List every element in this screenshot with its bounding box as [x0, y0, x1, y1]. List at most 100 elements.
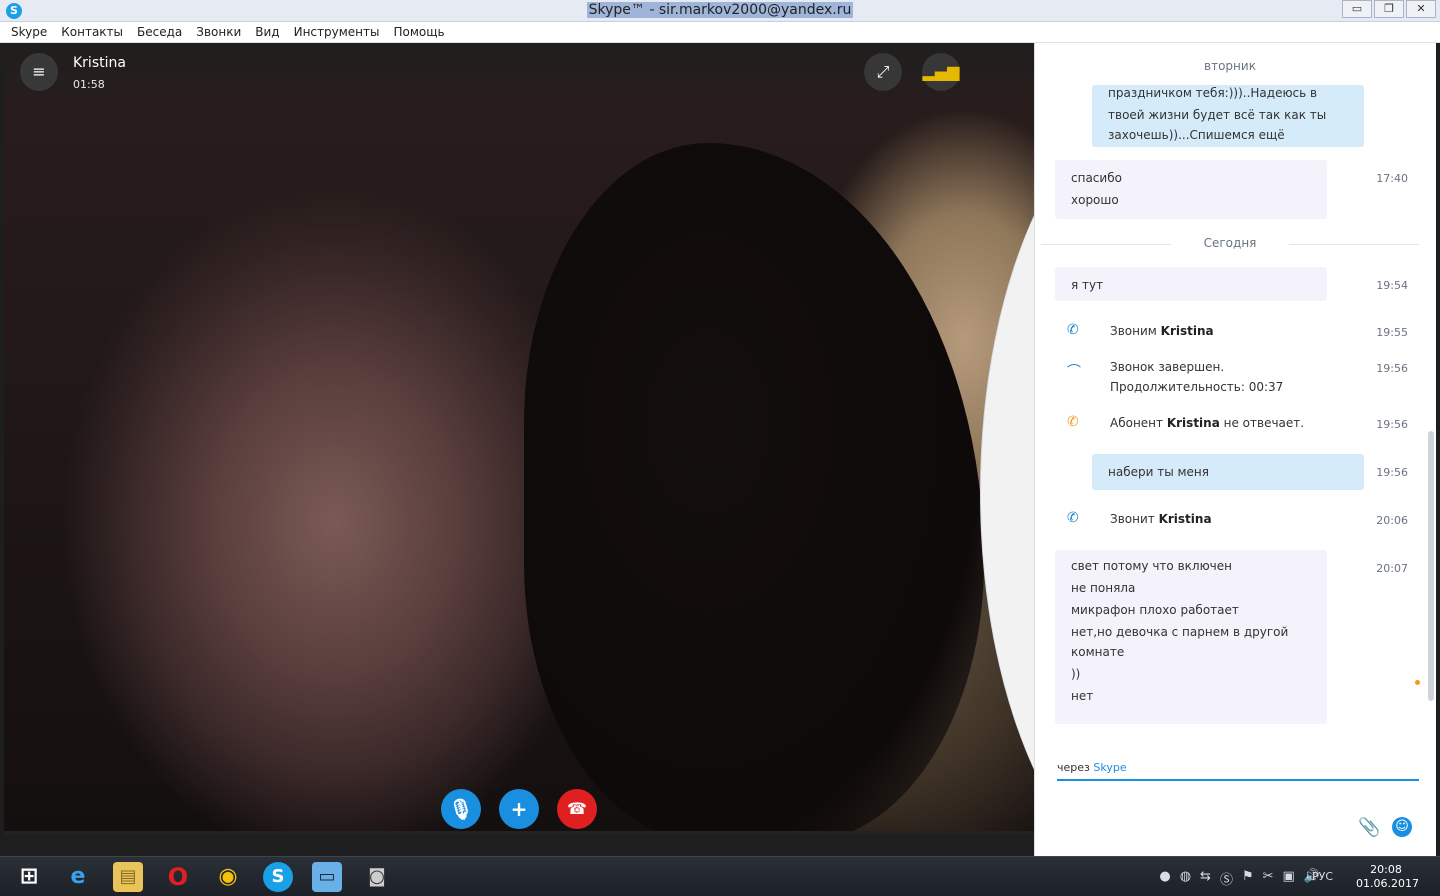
video-bottom-strip: [4, 831, 1034, 835]
message-incoming: я тут: [1055, 267, 1327, 301]
event-text: Звоним: [1110, 324, 1157, 338]
close-button[interactable]: ✕: [1406, 0, 1436, 18]
day-separator-today: Сегодня: [1035, 236, 1425, 250]
message-time: 19:54: [1376, 279, 1408, 292]
event-text: Звонок завершен.: [1110, 360, 1225, 374]
day-separator-tuesday: вторник: [1204, 59, 1256, 73]
system-clock[interactable]: 20:08 01.06.2017: [1356, 863, 1419, 891]
menu-bar: Skype Контакты Беседа Звонки Вид Инструм…: [0, 22, 1440, 43]
restore-button[interactable]: ❐: [1374, 0, 1404, 18]
video-background-shape: [524, 143, 984, 835]
message-time: 19:56: [1376, 466, 1408, 479]
window-title: Skype™ - sir.markov2000@yandex.ru: [586, 2, 854, 18]
message-time: 20:07: [1376, 562, 1408, 575]
chrome-browser-icon[interactable]: ◉: [213, 862, 243, 892]
message-time: 19:56: [1376, 418, 1408, 431]
chat-scrollbar[interactable]: [1428, 431, 1434, 701]
caller-name: Kristina: [73, 55, 126, 71]
windows-start-icon[interactable]: ⊞: [14, 862, 44, 892]
message-incoming: свет потому что включен не поняла микраф…: [1055, 550, 1327, 724]
call-menu-icon[interactable]: ≡: [20, 53, 58, 91]
menu-help[interactable]: Помощь: [393, 25, 444, 39]
attach-file-icon[interactable]: 📎: [1358, 817, 1380, 838]
input-language[interactable]: РУС: [1312, 870, 1333, 883]
call-quality-icon[interactable]: ▂▄▆: [922, 53, 960, 91]
event-text: не отвечает.: [1223, 416, 1305, 430]
message-line: комнате: [1071, 645, 1125, 659]
microphone-button[interactable]: 🎙: [441, 789, 481, 829]
message-line: микрафон плохо работает: [1071, 603, 1239, 617]
message-line: твоей жизни будет всё так как ты: [1108, 108, 1327, 122]
taskbar: ⊞ e ▤ O ◉ S ▭ ◙ ● ◍ ⇆ Ⓢ ⚑ ✂ ▣ 🔊 РУС 20:0…: [0, 856, 1440, 896]
event-text: Абонент: [1110, 416, 1164, 430]
call-ended-icon: ⌒: [1067, 364, 1081, 380]
menu-calls[interactable]: Звонки: [196, 25, 241, 39]
tray-app-icon[interactable]: ●: [1159, 869, 1170, 888]
message-line: захочешь))...Спишемся ещё: [1108, 128, 1285, 142]
window-controls: ▭ ❐ ✕: [1340, 0, 1436, 18]
menu-conversation[interactable]: Беседа: [137, 25, 182, 39]
via-skype-link[interactable]: Skype: [1093, 761, 1126, 774]
event-text: Продолжительность: 00:37: [1110, 380, 1284, 394]
message-line: нет,но девочка с парнем в другой: [1071, 625, 1289, 639]
message-input[interactable]: через Skype: [1057, 761, 1419, 781]
emoticon-icon[interactable]: ☺: [1392, 817, 1412, 837]
menu-view[interactable]: Вид: [255, 25, 279, 39]
message-time: 17:40: [1376, 172, 1408, 185]
unread-indicator: [1415, 680, 1420, 685]
display-tray-icon[interactable]: ▣: [1283, 869, 1295, 888]
menu-contacts[interactable]: Контакты: [61, 25, 123, 39]
menu-skype[interactable]: Skype: [11, 25, 47, 39]
file-explorer-icon[interactable]: ▤: [113, 862, 143, 892]
message-line: свет потому что включен: [1071, 559, 1232, 573]
message-outgoing: набери ты меня: [1092, 454, 1364, 490]
minimize-button[interactable]: ▭: [1342, 0, 1372, 18]
event-contact: Kristina: [1158, 512, 1212, 526]
title-bar: S Skype™ - sir.markov2000@yandex.ru ▭ ❐ …: [0, 0, 1440, 22]
chat-panel: вторник праздничком тебя:)))..Надеюсь в …: [1034, 43, 1436, 856]
event-text: Звонит: [1110, 512, 1155, 526]
missed-call-icon: ✆: [1067, 414, 1079, 430]
clock-date: 01.06.2017: [1356, 877, 1419, 890]
fullscreen-icon[interactable]: ⤢: [864, 53, 902, 91]
network-tray-icon[interactable]: ⇆: [1200, 869, 1211, 888]
message-line: нет: [1071, 689, 1094, 703]
call-event-no-answer: Абонент Kristina не отвечает.: [1110, 413, 1304, 433]
via-text: через: [1057, 761, 1090, 774]
clock-time: 20:08: [1370, 863, 1402, 876]
system-tray: ● ◍ ⇆ Ⓢ ⚑ ✂ ▣ 🔊: [1159, 869, 1320, 888]
message-line: я тут: [1071, 278, 1104, 292]
webcam-app-icon[interactable]: ◙: [362, 862, 392, 892]
skype-tray-icon[interactable]: Ⓢ: [1220, 869, 1233, 888]
message-outgoing-previous: праздничком тебя:)))..Надеюсь в твоей жи…: [1092, 85, 1364, 147]
message-incoming: спасибо хорошо: [1055, 160, 1327, 219]
message-line: спасибо: [1071, 171, 1122, 185]
call-event-calling: Звоним Kristina: [1110, 321, 1214, 341]
skype-taskbar-icon[interactable]: S: [263, 862, 293, 892]
monitor-app-icon[interactable]: ▭: [312, 862, 342, 892]
outgoing-call-icon: ✆: [1067, 322, 1079, 338]
message-time: 19:56: [1376, 362, 1408, 375]
event-contact: Kristina: [1166, 416, 1220, 430]
add-participant-button[interactable]: +: [499, 789, 539, 829]
call-duration: 01:58: [73, 78, 105, 91]
video-feed: ≡ Kristina 01:58 ⤢ ▂▄▆ 💬 🎙 + ☎: [4, 43, 1034, 835]
incoming-call-icon: ✆: [1067, 510, 1079, 526]
steam-tray-icon[interactable]: ◍: [1180, 869, 1191, 888]
menu-tools[interactable]: Инструменты: [294, 25, 380, 39]
chat-toggle-icon[interactable]: 💬: [980, 86, 1034, 835]
message-line: )): [1071, 667, 1081, 681]
opera-browser-icon[interactable]: O: [163, 862, 193, 892]
message-line: праздничком тебя:)))..Надеюсь в: [1108, 86, 1318, 100]
message-time: 20:06: [1376, 514, 1408, 527]
call-event-incoming: Звонит Kristina: [1110, 509, 1212, 529]
event-contact: Kristina: [1160, 324, 1214, 338]
action-center-flag-icon[interactable]: ⚑: [1242, 869, 1254, 888]
tools-tray-icon[interactable]: ✂: [1263, 869, 1274, 888]
call-event-ended: Звонок завершен. Продолжительность: 00:3…: [1110, 357, 1283, 397]
message-time: 19:55: [1376, 326, 1408, 339]
internet-explorer-icon[interactable]: e: [63, 862, 93, 892]
message-line: не поняла: [1071, 581, 1136, 595]
message-line: хорошо: [1071, 193, 1119, 207]
hang-up-button[interactable]: ☎: [557, 789, 597, 829]
